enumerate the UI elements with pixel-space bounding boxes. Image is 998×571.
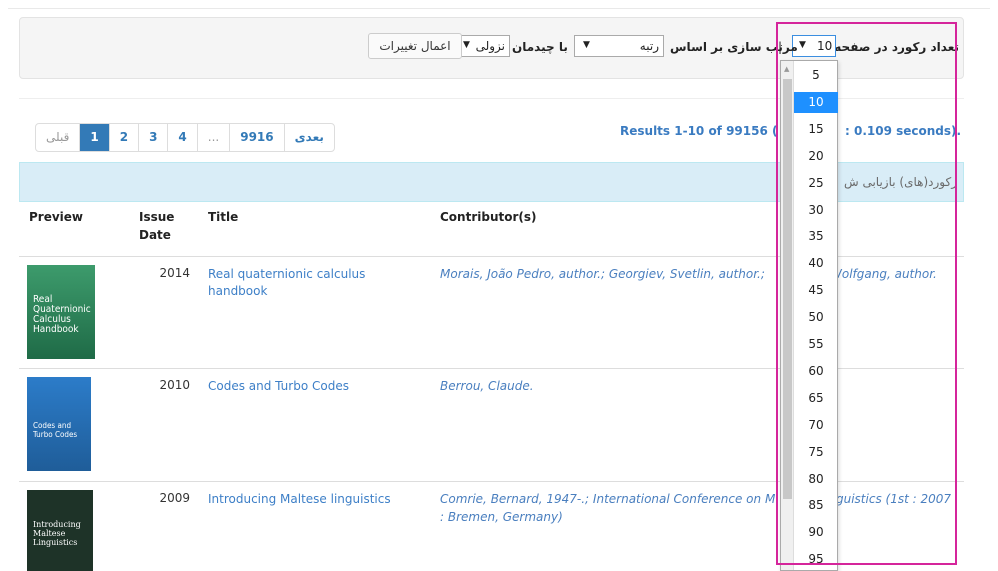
dropdown-option-70[interactable]: 70	[794, 415, 838, 436]
dropdown-option-50[interactable]: 50	[794, 307, 838, 328]
dropdown-option-10[interactable]: 10	[794, 91, 838, 113]
column-header-contributors: Contributor(s)	[440, 210, 537, 224]
dropdown-option-25[interactable]: 25	[794, 173, 838, 194]
dropdown-option-45[interactable]: 45	[794, 280, 838, 301]
column-header-preview: Preview	[29, 210, 84, 224]
pagination-next[interactable]: بعدی	[283, 124, 334, 151]
dropdown-option-5[interactable]: 5	[794, 65, 838, 86]
dropdown-option-15[interactable]: 15	[794, 119, 838, 140]
issue-year: 2014	[159, 266, 190, 280]
pagination-page-1[interactable]: 1	[79, 124, 109, 151]
dropdown-option-80[interactable]: 80	[794, 469, 838, 490]
results-summary: Results 1-10 of 99156 ( Se : 0.109 secon…	[620, 124, 961, 138]
contributors-text-tail[interactable]: Wolfgang, author.	[830, 266, 970, 283]
pagination-page-2[interactable]: 2	[108, 124, 138, 151]
book-cover-thumbnail[interactable]: Real Quaternionic Calculus Handbook	[27, 265, 95, 359]
records-per-page-select[interactable]: ▼ 10	[792, 35, 836, 57]
pagination: قبلی 1 2 3 4 ... 9916 بعدی	[35, 123, 335, 152]
top-divider	[8, 8, 990, 9]
chevron-down-icon: ▼	[463, 40, 470, 50]
book-cover-thumbnail[interactable]: Introducing Maltese Linguistics	[27, 490, 93, 571]
chevron-down-icon: ▼	[799, 40, 806, 50]
dropdown-option-75[interactable]: 75	[794, 442, 838, 463]
issue-year: 2009	[159, 491, 190, 505]
sort-by-label: مرتب سازی بر اساس	[670, 40, 798, 54]
dropdown-option-85[interactable]: 85	[794, 495, 838, 516]
apply-changes-button[interactable]: اعمال تغییرات	[368, 33, 462, 59]
column-header-date: Date	[139, 228, 171, 242]
dropdown-scrollbar[interactable]: ▲	[781, 61, 794, 570]
dropdown-option-40[interactable]: 40	[794, 253, 838, 274]
dropdown-option-55[interactable]: 55	[794, 334, 838, 355]
dropdown-option-30[interactable]: 30	[794, 200, 838, 221]
dropdown-option-35[interactable]: 35	[794, 226, 838, 247]
pagination-prev[interactable]: قبلی	[36, 124, 79, 151]
contributors-text[interactable]: Comrie, Bernard, 1947-.; International C…	[440, 491, 780, 508]
pagination-page-3[interactable]: 3	[138, 124, 167, 151]
cover-title: Codes and Turbo Codes	[33, 421, 78, 439]
records-per-page-dropdown-list[interactable]: ▲ 5 10 15 20 25 30 35 40 45 50 55 60 65 70 75 80 85 90 95	[780, 60, 838, 571]
dropdown-option-65[interactable]: 65	[794, 388, 838, 409]
scrollbar-thumb[interactable]	[783, 79, 792, 499]
pagination-ellipsis: ...	[196, 124, 229, 151]
sort-by-select[interactable]: ▼ رتبه	[574, 35, 664, 57]
pagination-page-4[interactable]: 4	[167, 124, 196, 151]
cover-title: Introducing Maltese Linguistics	[33, 520, 81, 547]
book-cover-thumbnail[interactable]: Codes and Turbo Codes	[27, 377, 91, 471]
scroll-up-icon[interactable]: ▲	[784, 65, 789, 73]
results-summary-tail: : 0.109 seconds).	[845, 124, 962, 138]
contributors-text-tail[interactable]: guistics (1st : 2007	[836, 491, 962, 508]
pagination-page-last[interactable]: 9916	[229, 124, 283, 151]
issue-year: 2010	[159, 378, 190, 392]
results-summary-text: Results 1-10 of 99156 ( Se	[620, 124, 799, 138]
cover-title: Real Quaternionic Calculus Handbook	[33, 294, 91, 335]
column-header-issue: Issue	[139, 210, 175, 224]
contributors-text-line2[interactable]: : Bremen, Germany)	[440, 509, 960, 526]
records-per-page-label: تعداد رکورد در صفحه	[834, 40, 959, 54]
order-label: با چیدمان	[512, 40, 568, 54]
column-header-title: Title	[208, 210, 239, 224]
dropdown-option-90[interactable]: 90	[794, 522, 838, 543]
contributors-text[interactable]: Morais, João Pedro, author.; Georgiev, S…	[440, 266, 780, 283]
item-title-link[interactable]: Introducing Maltese linguistics	[208, 491, 398, 508]
chevron-down-icon: ▼	[583, 40, 590, 50]
dropdown-option-20[interactable]: 20	[794, 146, 838, 167]
order-select[interactable]: ▼ نزولی	[456, 35, 510, 57]
contributors-text[interactable]: Berrou, Claude.	[440, 378, 960, 395]
item-title-link[interactable]: Codes and Turbo Codes	[208, 378, 398, 395]
dropdown-option-60[interactable]: 60	[794, 361, 838, 382]
records-found-label: رکورد(های) بازیابی ش	[844, 175, 957, 189]
dropdown-option-95[interactable]: 95	[794, 549, 838, 570]
item-title-link[interactable]: Real quaternionic calculus handbook	[208, 266, 398, 300]
